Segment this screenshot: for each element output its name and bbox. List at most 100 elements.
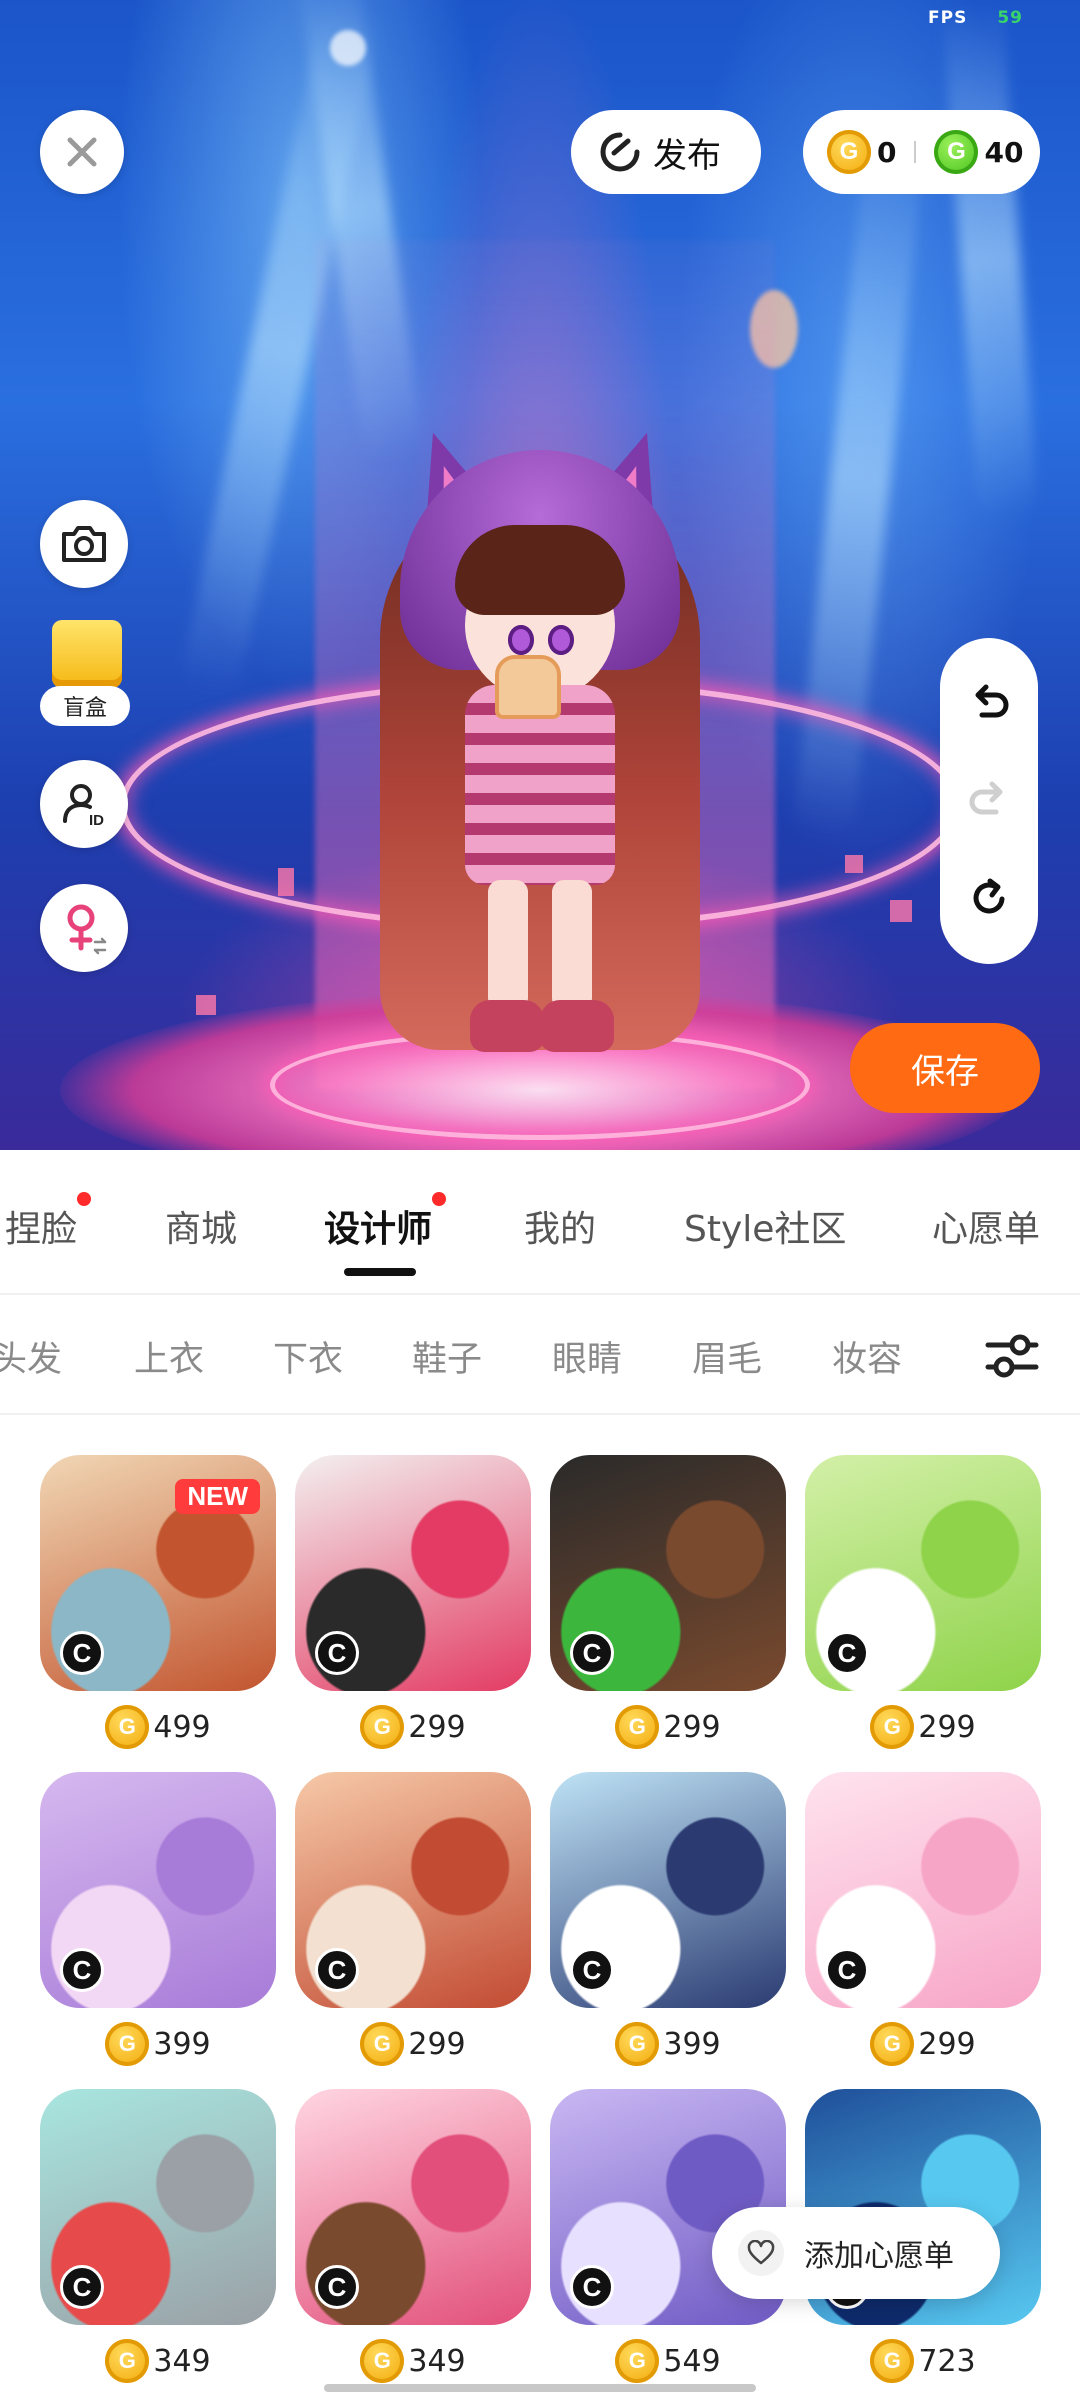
tab-mine[interactable]: 我的 (524, 1200, 596, 1252)
avatar-leg-right (552, 880, 592, 1010)
gold-coin-icon: G (105, 1705, 150, 1749)
creator-badge-icon: C (825, 1631, 869, 1675)
new-badge: NEW (175, 1479, 260, 1514)
tab-designer[interactable]: 设计师 (324, 1192, 447, 1252)
category-eyes[interactable]: 眼睛 (552, 1331, 622, 1382)
tab-wishlist[interactable]: 心愿单 (932, 1200, 1040, 1252)
close-button[interactable] (40, 110, 124, 194)
avatar-shoe-right (540, 1000, 614, 1052)
item-card[interactable]: C G 299 (550, 1455, 786, 1755)
svg-text:ID: ID (89, 812, 104, 829)
avatar-3d-scene[interactable]: FPS 59 发布 G 0 G 40 盲盒 ID 保存 (0, 0, 1080, 1150)
profile-id-icon: ID (63, 784, 104, 829)
item-card[interactable]: C G 349 (295, 2089, 531, 2389)
item-card[interactable]: C G 299 (805, 1455, 1041, 1755)
item-thumbnail[interactable]: C (550, 1455, 786, 1691)
gender-switch-button[interactable] (40, 884, 128, 972)
item-card[interactable]: NEW C G 499 (40, 1455, 276, 1755)
avatar-character[interactable] (360, 430, 720, 1090)
creator-badge-icon: C (570, 1948, 614, 1992)
currency-balance[interactable]: G 0 G 40 (803, 110, 1040, 194)
save-button[interactable]: 保存 (850, 1023, 1040, 1113)
creator-badge-icon: C (60, 1631, 104, 1675)
item-price: G 349 (40, 2339, 276, 2383)
item-thumbnail[interactable]: C (40, 2089, 276, 2325)
filter-sliders-icon[interactable] (982, 1329, 1042, 1383)
tab-style-community[interactable]: Style社区 (684, 1200, 846, 1252)
category-eyebrows[interactable]: 眉毛 (692, 1331, 762, 1382)
item-price: G 723 (805, 2339, 1041, 2383)
camera-button[interactable] (40, 500, 128, 588)
item-thumbnail[interactable]: NEW C (40, 1455, 276, 1691)
item-card[interactable]: C G 399 (550, 1772, 786, 2072)
item-thumbnail[interactable]: C (805, 1772, 1041, 2008)
floating-particle (196, 995, 216, 1015)
avatar-shoe-left (470, 1000, 544, 1052)
gold-coin-icon: G (615, 2022, 660, 2066)
gold-coin-icon: G (360, 1705, 405, 1749)
item-price-value: 299 (408, 1709, 466, 1745)
category-bar: 头发 上衣 下衣 鞋子 眼睛 眉毛 妆容 (0, 1295, 1080, 1415)
gold-coin-icon: G (360, 2339, 405, 2383)
tab-style-community-label: Style社区 (684, 1209, 847, 1250)
home-indicator[interactable] (324, 2384, 756, 2392)
item-thumbnail[interactable]: C (805, 1455, 1041, 1691)
item-price-value: 349 (408, 2343, 466, 2379)
category-makeup[interactable]: 妆容 (832, 1331, 902, 1382)
fps-counter: FPS 59 (928, 8, 1023, 28)
add-to-wishlist-button[interactable]: 添加心愿单 (712, 2207, 1000, 2299)
item-card[interactable]: C G 299 (295, 1455, 531, 1755)
category-hair[interactable]: 头发 (0, 1331, 62, 1382)
item-card[interactable]: C G 299 (295, 1772, 531, 2072)
gold-coin-icon: G (870, 2339, 915, 2383)
publish-label: 发布 (653, 135, 721, 176)
gold-coin-icon: G (870, 2022, 915, 2066)
item-thumbnail[interactable]: C (295, 1455, 531, 1691)
item-thumbnail[interactable]: C (295, 2089, 531, 2325)
gold-coin-icon: G (615, 1705, 660, 1749)
item-price: G 299 (550, 1705, 786, 1749)
item-card[interactable]: C G 349 (40, 2089, 276, 2389)
blind-box-button[interactable]: 盲盒 (40, 620, 132, 730)
notification-dot (432, 1192, 447, 1206)
green-coin-icon: G (934, 130, 979, 174)
item-thumbnail[interactable]: C (40, 1772, 276, 2008)
close-icon (67, 137, 97, 167)
active-tab-indicator (344, 1268, 416, 1276)
profile-id-button[interactable]: ID (40, 760, 128, 848)
item-price-value: 299 (918, 1709, 976, 1745)
item-card[interactable]: C G 399 (40, 1772, 276, 2072)
tab-face[interactable]: 捏脸 (5, 1192, 92, 1252)
light-stream (941, 0, 1039, 522)
tab-store[interactable]: 商城 (165, 1200, 237, 1252)
category-bottom[interactable]: 下衣 (273, 1331, 343, 1382)
gold-coin-icon: G (360, 2022, 405, 2066)
creator-badge-icon: C (315, 1631, 359, 1675)
item-price-value: 499 (153, 1709, 211, 1745)
item-thumbnail[interactable]: C (550, 1772, 786, 2008)
publish-icon (600, 132, 640, 172)
gold-coin-count: 0 (877, 135, 897, 169)
history-controls (940, 638, 1038, 964)
category-top[interactable]: 上衣 (134, 1331, 204, 1382)
undo-icon[interactable] (966, 681, 1012, 727)
item-price: G 299 (295, 2022, 531, 2066)
tab-face-label: 捏脸 (5, 1209, 78, 1250)
category-shoes[interactable]: 鞋子 (412, 1331, 482, 1382)
heart-icon (738, 2230, 784, 2276)
toast-accessory (495, 655, 561, 719)
item-price-value: 723 (918, 2343, 976, 2379)
tab-designer-label: 设计师 (324, 1209, 433, 1250)
item-price-value: 399 (153, 2026, 211, 2062)
fps-label: FPS (928, 8, 968, 28)
creator-badge-icon: C (825, 1948, 869, 1992)
item-price: G 299 (805, 1705, 1041, 1749)
female-gender-swap-icon (67, 904, 107, 955)
item-card[interactable]: C G 299 (805, 1772, 1041, 2072)
item-price-value: 349 (153, 2343, 211, 2379)
redo-icon[interactable] (966, 778, 1012, 824)
item-price: G 349 (295, 2339, 531, 2383)
item-thumbnail[interactable]: C (295, 1772, 531, 2008)
reset-icon[interactable] (966, 875, 1012, 921)
publish-button[interactable]: 发布 (571, 110, 761, 194)
